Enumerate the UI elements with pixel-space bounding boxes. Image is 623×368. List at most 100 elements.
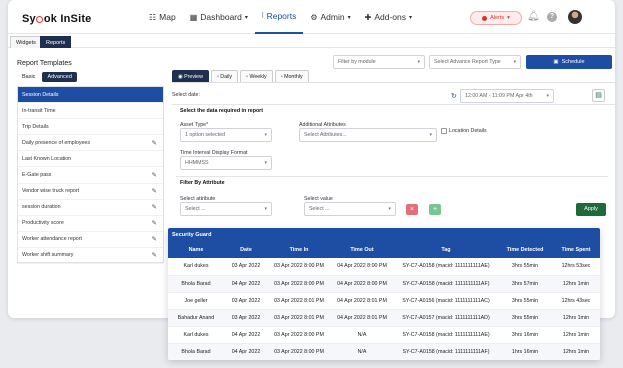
attribute-select[interactable]: Select ... ▾ [180, 202, 272, 216]
template-item[interactable]: Last Known Location [18, 151, 163, 168]
chevron-down-icon: ▾ [409, 14, 413, 21]
table-cell: N/A [330, 343, 394, 360]
notification-bell-icon[interactable]: 🔔︎ [527, 11, 540, 22]
logo-text-start: Sy [22, 13, 36, 25]
template-item[interactable]: Trip Details [18, 119, 163, 136]
module-filter-placeholder: Filter by module [338, 59, 376, 65]
template-item[interactable]: Session Details [18, 87, 163, 104]
table-row[interactable]: Bhola Barad 04 Apr 2022 03 Apr 2022 8:00 P… [168, 275, 600, 293]
column-header[interactable]: Time Spent [552, 242, 600, 258]
alerts-caret-icon: ▾ [507, 15, 510, 21]
column-header[interactable]: Tag [394, 242, 498, 258]
tab-weekly-label: Weekly [249, 74, 267, 80]
table-row[interactable]: Joe geller 03 Apr 2022 03 Apr 2022 8:01 PM… [168, 292, 600, 310]
table-cell: 3hrs 57min [498, 275, 552, 293]
template-item[interactable]: In-transit Time [18, 103, 163, 120]
chevron-down-icon: ▾ [388, 206, 391, 212]
brand-logo[interactable]: Sy ok InSite [22, 13, 92, 25]
column-header[interactable]: Time Detected [498, 242, 552, 258]
location-details-label: Location Details [449, 128, 487, 134]
template-item[interactable]: E-Gate pass ✎ [18, 167, 163, 184]
template-item[interactable]: Productivity score ✎ [18, 216, 163, 232]
tab-reports[interactable]: Reports [40, 36, 72, 48]
nav-dashboard[interactable]: ▦ Dashboard ▾ [183, 0, 255, 34]
column-header[interactable]: Time In [268, 242, 330, 258]
subtab-basic[interactable]: Basic [17, 72, 40, 82]
refresh-icon[interactable]: ↻ [451, 92, 457, 100]
alert-dot-icon [482, 15, 488, 21]
tab-monthly[interactable]: ▫ Monthly [274, 70, 309, 82]
edit-icon[interactable]: ✎ [152, 251, 157, 259]
table-cell: 12hrs 1min [552, 326, 600, 344]
table-cell: 04 Apr 2022 8:01 PM [330, 292, 394, 310]
nav-reports[interactable]: ⦚ Reports [254, 0, 304, 34]
tab-preview[interactable]: ◉ Preview [172, 70, 209, 82]
calendar-icon: ▣ [553, 59, 559, 65]
subtab-advanced[interactable]: Advanced [42, 72, 77, 82]
admin-gear-icon: ⚙ [310, 12, 318, 22]
tab-widgets[interactable]: Widgets [10, 36, 42, 48]
column-header[interactable]: Name [168, 242, 224, 258]
nav-label: Map [159, 12, 176, 22]
table-cell: SY-C7-A0157 (macid: 1111111111AD) [394, 309, 498, 327]
nav-map[interactable]: ☷ Map [142, 0, 183, 34]
template-item[interactable]: Daily presence of employees ✎ [18, 135, 163, 152]
table-row[interactable]: Karl dukes 04 Apr 2022 03 Apr 2022 8:00 PM… [168, 326, 600, 344]
edit-icon[interactable]: ✎ [152, 203, 157, 211]
asset-type-select[interactable]: 1 option selected ▾ [180, 128, 272, 142]
logo-text-end: ok InSite [43, 13, 92, 25]
template-item-label: Daily presence of employees [22, 139, 91, 146]
report-type-select[interactable]: Select Advance Report Type ▾ [429, 55, 521, 69]
location-details-checkbox[interactable] [441, 128, 447, 134]
add-filter-button[interactable]: + [429, 204, 441, 215]
nav-label: Admin [320, 12, 345, 22]
chevron-down-icon: ▾ [429, 132, 432, 138]
column-header[interactable]: Time Out [330, 242, 394, 258]
apply-button[interactable]: Apply [576, 203, 606, 216]
reports-icon: ⦚ [261, 11, 264, 20]
edit-icon[interactable]: ✎ [152, 171, 157, 179]
module-filter-select[interactable]: Filter by module ▾ [333, 55, 425, 69]
divider [176, 176, 608, 177]
additional-attributes-select[interactable]: Select Attributes... ▾ [299, 128, 437, 142]
table-row[interactable]: Karl dukes 03 Apr 2022 03 Apr 2022 8:00 PM… [168, 258, 600, 276]
edit-icon[interactable]: ✎ [152, 187, 157, 195]
edit-icon[interactable]: ✎ [152, 139, 157, 147]
table-row[interactable]: Bhola Barad 04 Apr 2022 03 Apr 2022 8:00 P… [168, 343, 600, 360]
table-caption: Security Guard [168, 228, 600, 242]
nav-admin[interactable]: ⚙ Admin ▾ [303, 0, 357, 34]
edit-icon[interactable]: ✎ [152, 235, 157, 243]
schedule-button[interactable]: ▣ Schedule [526, 55, 612, 69]
table-cell: 04 Apr 2022 [224, 326, 268, 344]
map-icon: ☷ [149, 12, 157, 22]
template-item[interactable]: Worker attendance report ✎ [18, 232, 163, 248]
table-cell: 03 Apr 2022 8:00 PM [268, 326, 330, 344]
edit-icon[interactable]: ✎ [152, 219, 157, 227]
time-format-select[interactable]: HHMMSS ▾ [180, 156, 272, 170]
nav-label: Add-ons [374, 12, 406, 22]
table-cell: Karl dukes [168, 258, 224, 276]
table-row[interactable]: Bahadur Anand 03 Apr 2022 03 Apr 2022 8:01… [168, 309, 600, 327]
table-cell: 12hrs 1min [552, 343, 600, 360]
tab-weekly[interactable]: ▫ Weekly [240, 70, 273, 82]
template-item[interactable]: session duration ✎ [18, 200, 163, 216]
template-item[interactable]: Worker shift summary ✎ [18, 248, 163, 265]
help-icon[interactable]: ? [547, 12, 557, 22]
table-cell: Bhola Barad [168, 343, 224, 360]
page-tabs: Widgets Reports [8, 34, 615, 48]
date-range-picker[interactable]: 12:00 AM - 11:09 PM Apr 4th ▾ [460, 89, 554, 103]
table-cell: Bhola Barad [168, 275, 224, 293]
user-avatar[interactable] [568, 10, 582, 24]
value-select[interactable]: Select ... ▾ [304, 202, 396, 216]
table-cell: 03 Apr 2022 [224, 292, 268, 310]
attribute-placeholder: Select ... [185, 206, 206, 212]
nav-add-ons[interactable]: ✚ Add-ons ▾ [358, 0, 419, 34]
template-item[interactable]: Vendor wise truck report ✎ [18, 184, 163, 200]
tab-daily[interactable]: ▫ Daily [210, 70, 239, 82]
remove-filter-button[interactable]: × [406, 204, 418, 215]
excel-export-icon[interactable]: ▤ [592, 89, 605, 102]
alerts-button[interactable]: Alerts ▾ [470, 11, 522, 25]
column-header[interactable]: Date [224, 242, 268, 258]
template-item-label: session duration [22, 204, 61, 211]
table-cell: Karl dukes [168, 326, 224, 344]
